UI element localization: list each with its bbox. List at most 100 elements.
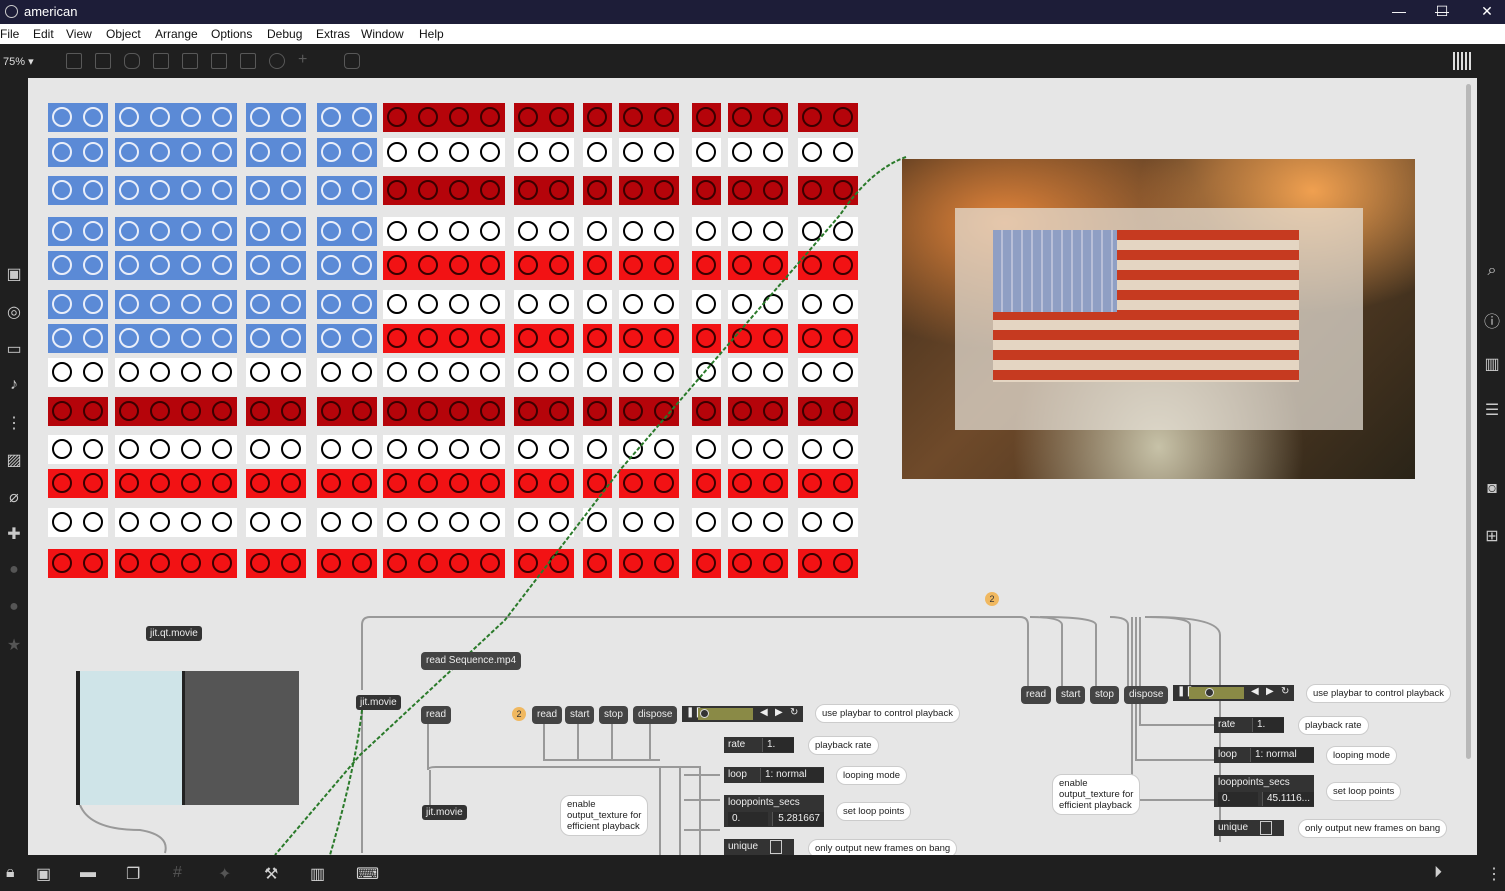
flag-cell[interactable] xyxy=(383,469,414,498)
flag-cell[interactable] xyxy=(798,435,829,464)
flag-cell[interactable] xyxy=(476,358,505,387)
piano-icon[interactable]: ▥ xyxy=(310,864,325,884)
flag-cell[interactable] xyxy=(208,469,237,498)
flag-cell[interactable] xyxy=(759,324,788,353)
flag-cell[interactable] xyxy=(692,324,721,353)
flag-cell[interactable] xyxy=(246,324,277,353)
zoom-level[interactable]: 75% ▾ xyxy=(3,55,34,68)
flag-cell[interactable] xyxy=(48,324,79,353)
search-icon[interactable]: ⌕ xyxy=(1481,262,1503,280)
flag-cell[interactable] xyxy=(277,435,306,464)
keyboard-icon[interactable]: ⌨ xyxy=(356,864,379,884)
flag-cell[interactable] xyxy=(728,103,759,132)
loop-attr-right[interactable]: loop 1: normal xyxy=(1214,747,1314,763)
flag-cell[interactable] xyxy=(619,358,650,387)
flag-cell[interactable] xyxy=(650,176,679,205)
flag-cell[interactable] xyxy=(146,397,177,426)
flag-cell[interactable] xyxy=(650,549,679,578)
flag-cell[interactable] xyxy=(619,103,650,132)
flag-cell[interactable] xyxy=(583,217,612,246)
flag-cell[interactable] xyxy=(348,290,377,319)
flag-cell[interactable] xyxy=(414,508,445,537)
new-patch-icon[interactable]: ✦ xyxy=(218,864,231,884)
flag-cell[interactable] xyxy=(728,324,759,353)
flag-cell[interactable] xyxy=(692,103,721,132)
menu-file[interactable]: File xyxy=(0,27,19,41)
flag-cell[interactable] xyxy=(246,397,277,426)
minimize-button-2[interactable]: — xyxy=(1376,0,1422,24)
flag-cell[interactable] xyxy=(383,251,414,280)
menu-view[interactable]: View xyxy=(66,27,92,41)
flag-cell[interactable] xyxy=(759,290,788,319)
image-icon[interactable]: ▨ xyxy=(3,450,25,470)
flag-cell[interactable] xyxy=(48,176,79,205)
flag-cell[interactable] xyxy=(829,217,858,246)
flag-cell[interactable] xyxy=(692,435,721,464)
flag-cell[interactable] xyxy=(177,251,208,280)
flag-cell[interactable] xyxy=(177,469,208,498)
playbar-right[interactable]: ❚❚ ◀ ▶ ↻ xyxy=(1173,685,1294,701)
flag-cell[interactable] xyxy=(514,508,545,537)
menu-window[interactable]: Window xyxy=(361,27,404,41)
dispose-button-left[interactable]: dispose xyxy=(633,706,678,724)
jit-qt-movie-object[interactable]: jit.qt.movie xyxy=(146,626,202,641)
flag-cell[interactable] xyxy=(650,435,679,464)
start-button-right[interactable]: start xyxy=(1056,686,1086,704)
flag-cell[interactable] xyxy=(545,176,574,205)
flag-cell[interactable] xyxy=(348,324,377,353)
flag-cell[interactable] xyxy=(692,508,721,537)
flag-cell[interactable] xyxy=(514,397,545,426)
play-icon[interactable]: ⏵ xyxy=(1434,864,1442,882)
flag-cell[interactable] xyxy=(246,508,277,537)
flag-cell[interactable] xyxy=(728,176,759,205)
flag-cell[interactable] xyxy=(619,435,650,464)
flag-cell[interactable] xyxy=(476,397,505,426)
flag-cell[interactable] xyxy=(208,176,237,205)
info-icon[interactable]: ⓘ xyxy=(1481,308,1503,332)
flag-cell[interactable] xyxy=(208,324,237,353)
flag-cell[interactable] xyxy=(545,549,574,578)
flag-cell[interactable] xyxy=(208,435,237,464)
menu-arrange[interactable]: Arrange xyxy=(155,27,198,41)
start-button-left[interactable]: start xyxy=(565,706,595,724)
dispose-button-right[interactable]: dispose xyxy=(1124,686,1169,704)
flag-cell[interactable] xyxy=(277,103,306,132)
flag-cell[interactable] xyxy=(246,217,277,246)
flag-cell[interactable] xyxy=(759,397,788,426)
flag-cell[interactable] xyxy=(619,176,650,205)
comment-icon[interactable]: ▬ xyxy=(80,864,96,882)
unique-attr-left[interactable]: unique xyxy=(724,839,794,855)
flag-cell[interactable] xyxy=(692,469,721,498)
flag-cell[interactable] xyxy=(177,138,208,167)
flag-cell[interactable] xyxy=(79,469,108,498)
flag-cell[interactable] xyxy=(619,397,650,426)
flag-cell[interactable] xyxy=(545,251,574,280)
flag-cell[interactable] xyxy=(146,469,177,498)
flag-cell[interactable] xyxy=(383,138,414,167)
flag-cell[interactable] xyxy=(115,469,146,498)
flag-cell[interactable] xyxy=(798,217,829,246)
flag-cell[interactable] xyxy=(545,435,574,464)
flag-cell[interactable] xyxy=(759,103,788,132)
package-icon[interactable]: ▣ xyxy=(3,264,25,284)
add-icon[interactable]: + xyxy=(298,52,314,69)
flag-cell[interactable] xyxy=(692,358,721,387)
flag-cell[interactable] xyxy=(177,549,208,578)
flag-cell[interactable] xyxy=(829,397,858,426)
music-note-icon[interactable]: ♪ xyxy=(3,376,25,394)
flag-cell[interactable] xyxy=(514,549,545,578)
flag-cell[interactable] xyxy=(348,508,377,537)
flag-cell[interactable] xyxy=(829,508,858,537)
flag-cell[interactable] xyxy=(545,397,574,426)
menu-help[interactable]: Help xyxy=(419,27,444,41)
flag-cell[interactable] xyxy=(79,324,108,353)
camera-icon[interactable]: ◙ xyxy=(1481,480,1503,498)
flag-cell[interactable] xyxy=(650,324,679,353)
flag-cell[interactable] xyxy=(759,469,788,498)
flag-cell[interactable] xyxy=(115,549,146,578)
flag-cell[interactable] xyxy=(476,217,505,246)
flag-cell[interactable] xyxy=(146,176,177,205)
flag-cell[interactable] xyxy=(728,138,759,167)
flag-cell[interactable] xyxy=(829,103,858,132)
looppoints-attr-left[interactable]: looppoints_secs 0. 5.281667 xyxy=(724,795,824,827)
